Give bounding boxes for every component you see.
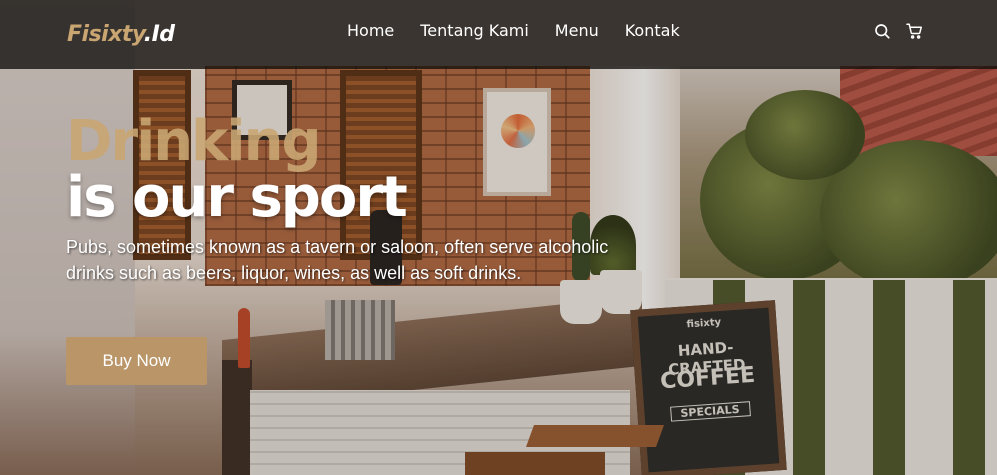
nav-links: Home Tentang Kami Menu Kontak <box>347 21 680 40</box>
nav-link-tentang-kami[interactable]: Tentang Kami <box>420 21 529 40</box>
nav-link-kontak[interactable]: Kontak <box>625 21 680 40</box>
cart-icon[interactable] <box>905 22 924 40</box>
nav-link-home[interactable]: Home <box>347 21 394 40</box>
nav-icons <box>873 22 924 40</box>
hero-heading-accent: Drinking <box>66 109 322 174</box>
nav-link-menu[interactable]: Menu <box>555 21 599 40</box>
logo-suffix-text: .Id <box>143 22 175 47</box>
hero-section: Drinking is our sport Pubs, sometimes kn… <box>66 114 626 286</box>
hero-description: Pubs, sometimes known as a tavern or sal… <box>66 237 609 283</box>
hero-heading-main: is our sport <box>66 165 408 230</box>
buy-now-button[interactable]: Buy Now <box>66 337 207 385</box>
navbar: Fisixty.Id Home Tentang Kami Menu Kontak <box>0 0 997 69</box>
site-logo[interactable]: Fisixty.Id <box>67 22 175 47</box>
logo-main-text: Fisixty <box>67 22 144 47</box>
search-icon[interactable] <box>873 22 891 40</box>
hero-heading: Drinking is our sport <box>66 114 626 226</box>
